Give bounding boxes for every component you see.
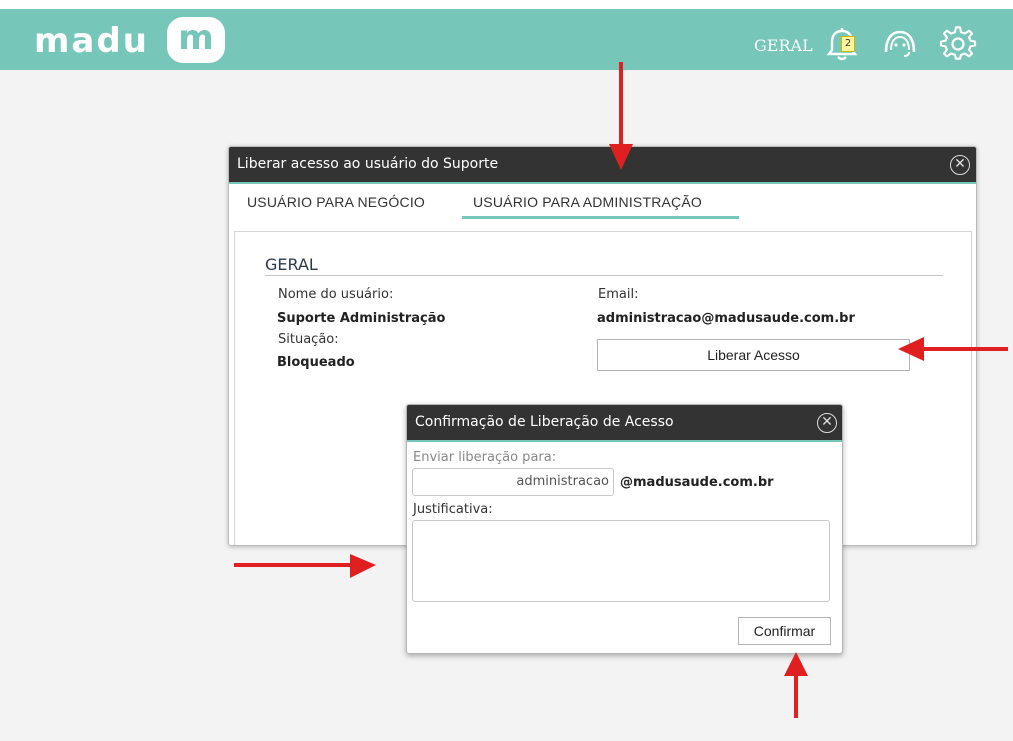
top-strip [0, 0, 1013, 9]
domain-suffix: @madusaude.com.br [620, 475, 774, 490]
brand-logo-mark-letter: m [178, 18, 214, 58]
annotation-arrow-up [784, 652, 808, 718]
email-value: administracao@madusaude.com.br [597, 311, 855, 326]
dialog-title: Liberar acesso ao usuário do Suporte [237, 156, 499, 172]
status-label: Situação: [278, 332, 339, 347]
confirm-button[interactable]: Confirmar [738, 617, 831, 645]
close-icon[interactable]: ✕ [950, 155, 970, 175]
annotation-arrow-right [234, 554, 376, 578]
section-title: GERAL [265, 255, 318, 274]
annotation-arrow-down [609, 62, 633, 170]
notification-count-badge: 2 [841, 36, 855, 52]
confirm-release-dialog: Confirmação de Liberação de Acesso ✕ Env… [406, 404, 843, 654]
send-to-input[interactable]: administracao [412, 468, 614, 496]
release-access-button[interactable]: Liberar Acesso [597, 339, 910, 371]
tab-usuario-administracao[interactable]: USUÁRIO PARA ADMINISTRAÇÃO [473, 194, 702, 210]
user-name-value: Suporte Administração [277, 311, 446, 326]
status-value: Bloqueado [277, 355, 355, 370]
dialog-header: Liberar acesso ao usuário do Suporte ✕ [229, 147, 976, 184]
geral-menu-link[interactable]: GERAL [754, 36, 813, 55]
tab-usuario-negocio[interactable]: USUÁRIO PARA NEGÓCIO [247, 194, 425, 210]
brand-logo-mark: m [167, 17, 225, 63]
section-divider [265, 275, 943, 276]
brand-logo-text: madu [34, 21, 149, 61]
active-tab-indicator [462, 216, 739, 219]
close-icon[interactable]: ✕ [817, 413, 837, 433]
annotation-arrow-left [898, 337, 1008, 361]
justification-label: Justificativa: [413, 502, 493, 517]
confirm-dialog-header: Confirmação de Liberação de Acesso ✕ [407, 405, 842, 442]
confirm-dialog-title: Confirmação de Liberação de Acesso [415, 414, 674, 430]
send-to-label: Enviar liberação para: [413, 450, 557, 465]
gear-icon[interactable] [938, 26, 978, 62]
justification-textarea[interactable] [412, 520, 830, 602]
email-label: Email: [598, 287, 639, 302]
user-name-label: Nome do usuário: [278, 287, 394, 302]
top-bar: madu m GERAL 2 [0, 9, 1013, 70]
support-headset-icon[interactable] [880, 26, 920, 62]
